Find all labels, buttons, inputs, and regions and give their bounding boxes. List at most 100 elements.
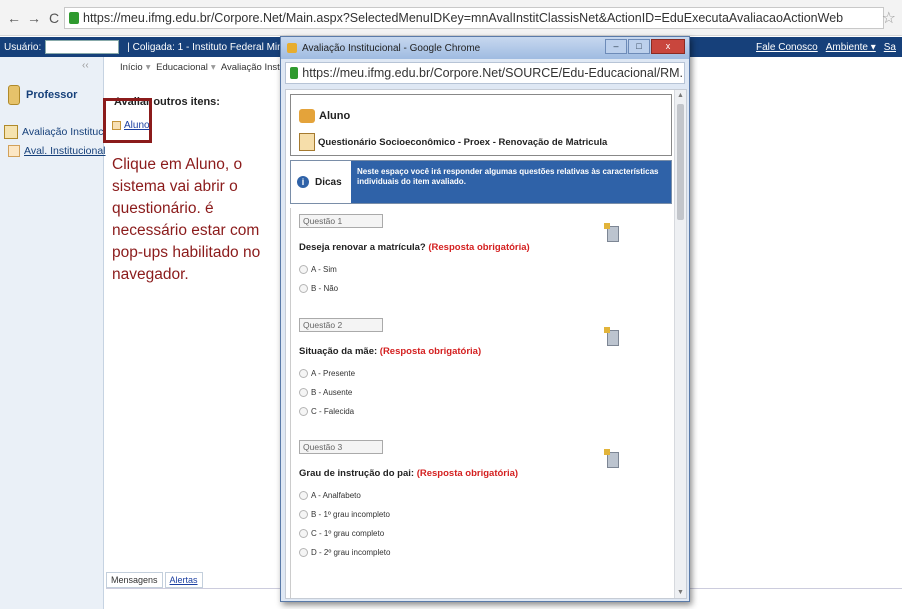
option-label: C - 1º grau completo <box>311 529 385 538</box>
tab-alertas[interactable]: Alertas <box>164 572 203 588</box>
popup-titlebar[interactable]: Avaliação Institucional - Google Chrome … <box>281 37 689 59</box>
dicas-bar: i Dicas Neste espaço você irá responder … <box>290 160 672 204</box>
option-radio[interactable]: B - 1º grau incompleto <box>299 510 659 519</box>
lock-icon <box>290 67 299 79</box>
back-icon[interactable]: ← <box>4 10 24 26</box>
option-label: B - 1º grau incompleto <box>311 510 390 519</box>
sidebar-item-label: Aval. Institucional <box>24 145 106 157</box>
usuario-label: Usuário: <box>4 41 42 53</box>
instruction-annotation: Clique em Aluno, o sistema vai abrir o q… <box>112 156 261 283</box>
dicas-label-box: i Dicas <box>291 161 351 203</box>
aluno-heading-label: Aluno <box>319 110 351 122</box>
note-icon[interactable] <box>604 223 619 242</box>
option-radio[interactable]: A - Analfabeto <box>299 491 659 500</box>
radio-icon[interactable] <box>299 407 308 416</box>
option-label: B - Ausente <box>311 388 353 397</box>
maximize-icon[interactable]: □ <box>628 39 650 54</box>
question-text-label: Grau de instrução do pai: <box>299 468 415 479</box>
option-label: C - Falecida <box>311 407 355 416</box>
option-radio[interactable]: D - 2º grau incompleto <box>299 548 659 557</box>
radio-icon[interactable] <box>299 369 308 378</box>
tab-mensagens[interactable]: Mensagens <box>106 572 163 588</box>
option-radio[interactable]: C - Falecida <box>299 407 659 416</box>
fale-conosco-link[interactable]: Fale Conosco <box>756 42 818 53</box>
option-label: A - Sim <box>311 265 337 274</box>
questions-area: Questão 1 Deseja renovar a matrícula? (R… <box>290 208 672 598</box>
option-radio[interactable]: B - Ausente <box>299 388 659 397</box>
aluno-link[interactable]: Aluno <box>112 120 150 131</box>
close-icon[interactable]: x <box>651 39 685 54</box>
document-icon <box>8 145 20 157</box>
question-1: Questão 1 Deseja renovar a matrícula? (R… <box>299 214 659 303</box>
address-bar[interactable]: https://meu.ifmg.edu.br/Corpore.Net/Main… <box>64 7 884 29</box>
scrollbar[interactable]: ▲ ▼ <box>674 90 686 598</box>
question-2: Questão 2 Situação da mãe: (Resposta obr… <box>299 318 659 426</box>
option-label: B - Não <box>311 284 339 293</box>
browser-toolbar: ← → C https://meu.ifmg.edu.br/Corpore.Ne… <box>0 0 902 36</box>
address-url: https://meu.ifmg.edu.br/Corpore.Net/Main… <box>83 11 844 25</box>
question-text: Situação da mãe: (Resposta obrigatória) <box>299 346 659 357</box>
question-number: Questão 3 <box>299 440 383 454</box>
info-icon: i <box>297 176 309 188</box>
scroll-down-icon[interactable]: ▼ <box>677 589 684 596</box>
reload-icon[interactable]: C <box>44 10 64 26</box>
popup-content: Aluno Questionário Socioeconômico - Proe… <box>285 89 687 599</box>
question-3: Questão 3 Grau de instrução do pai: (Res… <box>299 440 659 567</box>
notepad-icon <box>4 125 18 139</box>
option-label: D - 2º grau incompleto <box>311 548 391 557</box>
radio-icon[interactable] <box>299 510 308 519</box>
sidebar-item-professor[interactable]: Professor <box>8 85 77 105</box>
sair-link[interactable]: Sa <box>884 42 896 53</box>
question-text: Deseja renovar a matrícula? (Resposta ob… <box>299 242 659 253</box>
radio-icon[interactable] <box>299 548 308 557</box>
notepad-icon <box>112 121 121 130</box>
sidebar: Professor Avaliação Instituc Aval. Insti… <box>0 57 106 609</box>
option-label: A - Analfabeto <box>311 491 361 500</box>
questionnaire-title-label: Questionário Socioeconômico - Proex - Re… <box>318 136 608 148</box>
dicas-label: Dicas <box>315 176 342 188</box>
users-icon <box>299 109 315 123</box>
window-controls: – □ x <box>605 39 685 54</box>
popup-address-bar[interactable]: https://meu.ifmg.edu.br/Corpore.Net/SOUR… <box>285 62 685 84</box>
radio-icon[interactable] <box>299 529 308 538</box>
popup-url: https://meu.ifmg.edu.br/Corpore.Net/SOUR… <box>302 66 684 80</box>
sidebar-item-label: Avaliação Instituc <box>22 126 104 138</box>
popup-window: Avaliação Institucional - Google Chrome … <box>280 36 690 602</box>
scroll-up-icon[interactable]: ▲ <box>677 92 684 99</box>
dicas-text: Neste espaço você irá responder algumas … <box>351 161 671 203</box>
question-text-label: Situação da mãe: <box>299 346 378 357</box>
option-radio[interactable]: A - Presente <box>299 369 659 378</box>
sidebar-item-aval-institucional[interactable]: Aval. Institucional <box>8 145 106 157</box>
breadcrumb-educacional[interactable]: Educacional <box>156 62 208 73</box>
app-icon <box>287 43 297 53</box>
radio-icon[interactable] <box>299 491 308 500</box>
option-radio[interactable]: A - Sim <box>299 265 659 274</box>
note-icon[interactable] <box>604 449 619 468</box>
questionnaire-title: Questionário Socioeconômico - Proex - Re… <box>299 133 607 151</box>
options: A - Presente B - Ausente C - Falecida <box>299 369 659 416</box>
bookmark-star-icon[interactable]: ☆ <box>882 8 896 28</box>
ambiente-menu[interactable]: Ambiente ▾ <box>826 42 876 53</box>
bottom-tabs: Mensagens Alertas <box>106 572 286 588</box>
lock-icon <box>69 12 79 24</box>
sidebar-item-label: Professor <box>26 89 78 101</box>
breadcrumb-inicio[interactable]: Início <box>120 62 143 73</box>
required-label: (Resposta obrigatória) <box>428 242 530 253</box>
usuario-input[interactable] <box>45 40 120 54</box>
aluno-heading: Aluno <box>299 109 350 123</box>
radio-icon[interactable] <box>299 265 308 274</box>
radio-icon[interactable] <box>299 388 308 397</box>
question-text: Grau de instrução do pai: (Resposta obri… <box>299 468 659 479</box>
forward-icon[interactable]: → <box>24 10 44 26</box>
minimize-icon[interactable]: – <box>605 39 627 54</box>
scroll-thumb[interactable] <box>677 104 684 220</box>
option-radio[interactable]: B - Não <box>299 284 659 293</box>
radio-icon[interactable] <box>299 284 308 293</box>
sidebar-item-avaliacao[interactable]: Avaliação Instituc <box>4 125 104 139</box>
collapse-sidebar-icon[interactable]: ‹‹ <box>82 60 89 71</box>
question-number: Questão 1 <box>299 214 383 228</box>
header-links: Fale Conosco Ambiente ▾ Sa <box>756 42 896 53</box>
note-icon[interactable] <box>604 327 619 346</box>
option-radio[interactable]: C - 1º grau completo <box>299 529 659 538</box>
question-number: Questão 2 <box>299 318 383 332</box>
